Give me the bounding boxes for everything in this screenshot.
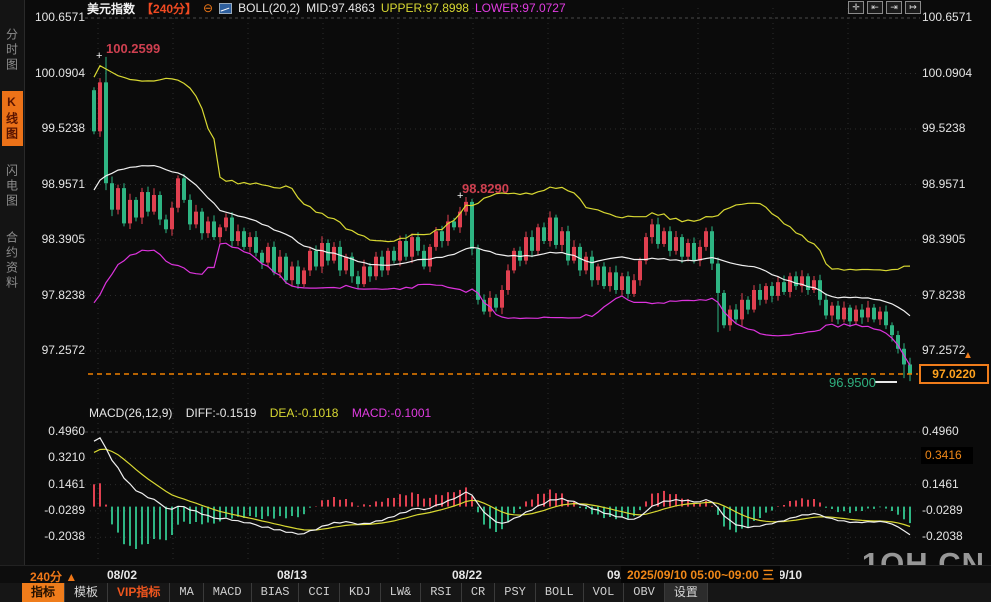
compress-right-icon[interactable]: ⇥: [886, 1, 902, 14]
boll-upper-value: UPPER:97.8998: [381, 1, 469, 15]
tab-VIP指标[interactable]: VIP指标: [108, 583, 170, 602]
macd-crosshair-readout: 0.3416: [921, 447, 973, 464]
tab-LW&[interactable]: LW&: [381, 583, 422, 602]
tab-指标[interactable]: 指标: [22, 583, 65, 602]
price-axis-label-right: 97.2572: [922, 343, 965, 357]
macd-histogram-layer: [94, 483, 910, 549]
tab-BIAS[interactable]: BIAS: [252, 583, 300, 602]
price-axis-label-left: 98.9571: [27, 177, 85, 191]
price-axis-label-right: 98.3905: [922, 232, 965, 246]
price-axis-label-left: 97.8238: [27, 288, 85, 302]
sidebar-item-合约资料[interactable]: 合约资料: [2, 227, 23, 295]
price-axis-label-left: 100.0904: [27, 66, 85, 80]
macd-axis-label-left: -0.2038: [27, 529, 85, 543]
price-axis-label-right: 98.9571: [922, 177, 965, 191]
low-marker-line: [875, 381, 897, 383]
boll-label: BOLL(20,2): [238, 1, 300, 15]
boll-lower-value: LOWER:97.0727: [475, 1, 566, 15]
shift-right-icon[interactable]: ↦: [905, 1, 921, 14]
indicator-topbar: 美元指数 【240分】 ⊖ BOLL(20,2) MID:97.4863 UPP…: [25, 0, 991, 16]
price-axis-label-left: 97.2572: [27, 343, 85, 357]
tab-CR[interactable]: CR: [462, 583, 495, 602]
tab-MA[interactable]: MA: [170, 583, 203, 602]
pan-icon[interactable]: ✛: [848, 1, 864, 14]
price-axis-label-left: 98.3905: [27, 232, 85, 246]
period-label: 【240分】: [141, 0, 197, 17]
candles-layer: [92, 57, 912, 381]
indicator-tabbar: 指标模板VIP指标MAMACDBIASCCIKDJLW&RSICRPSYBOLL…: [0, 583, 991, 602]
tab-OBV[interactable]: OBV: [624, 583, 665, 602]
high-cross-marker: +: [96, 50, 102, 62]
macd-axis-label-right: 0.4960: [922, 424, 959, 438]
macd-title: MACD(26,12,9): [89, 406, 172, 420]
macd-axis-label-left: 0.1461: [27, 477, 85, 491]
date-tick-08/02: 08/02: [107, 568, 137, 582]
bar-datetime-tooltip: 2025/09/10 05:00~09:00 三: [621, 566, 780, 584]
chart-type-sidebar: 分时图 K线图闪电图合约资料: [0, 0, 25, 565]
trading-app-window: 分时图 K线图闪电图合约资料 美元指数 【240分】 ⊖ BOLL(20,2) M…: [0, 0, 991, 602]
tab-PSY[interactable]: PSY: [495, 583, 536, 602]
macd-axis-label-left: 0.3210: [27, 450, 85, 464]
price-axis-label-right: 100.0904: [922, 66, 972, 80]
symbol-title: 美元指数: [87, 0, 135, 17]
price-axis-label-right: 99.5238: [922, 121, 965, 135]
high-price-annotation: 100.2599: [106, 41, 160, 56]
sidebar-item-分时图[interactable]: 分时图: [2, 24, 23, 77]
line-chart-icon[interactable]: [219, 3, 232, 14]
tab-VOL[interactable]: VOL: [584, 583, 625, 602]
tab-CCI[interactable]: CCI: [299, 583, 340, 602]
macd-axis-label-right: 0.1461: [922, 477, 959, 491]
macd-axis-label-left: 0.4960: [27, 424, 85, 438]
price-axis-label-left: 99.5238: [27, 121, 85, 135]
macd-dea-value: DEA:-0.1018: [270, 406, 339, 420]
last-price-tag: 97.0220: [919, 364, 989, 384]
tab-BOLL[interactable]: BOLL: [536, 583, 584, 602]
price-tag-arrow-icon: ▲: [963, 350, 973, 361]
tab-设置[interactable]: 设置: [665, 583, 708, 602]
mid-high-annotation: 98.8290: [462, 181, 509, 196]
boll-bands-layer: [94, 66, 910, 366]
macd-diff-value: DIFF:-0.1519: [186, 406, 257, 420]
tab-RSI[interactable]: RSI: [421, 583, 462, 602]
compress-left-icon[interactable]: ⇤: [867, 1, 883, 14]
price-axis-label-right: 97.8238: [922, 288, 965, 302]
sidebar-item-K线图[interactable]: K线图: [2, 91, 23, 146]
macd-axis-label-right: -0.2038: [922, 529, 963, 543]
macd-macd-value: MACD:-0.1001: [352, 406, 431, 420]
tab-KDJ[interactable]: KDJ: [340, 583, 381, 602]
time-axis-row: 240分 ▲ 08/0208/1308/2209/0209/10 2025/09…: [0, 565, 991, 583]
tab-MACD[interactable]: MACD: [204, 583, 252, 602]
date-tick-08/22: 08/22: [452, 568, 482, 582]
chart-tool-icons: ✛⇤⇥↦: [848, 1, 921, 14]
boll-mid-value: MID:97.4863: [306, 1, 375, 15]
macd-axis-label-right: -0.0289: [922, 503, 963, 517]
low-price-annotation: 96.9500: [829, 375, 876, 390]
circle-minus-icon[interactable]: ⊖: [203, 1, 213, 15]
sidebar-item-闪电图[interactable]: 闪电图: [2, 160, 23, 213]
chart-canvas[interactable]: [25, 0, 991, 565]
macd-axis-label-left: -0.0289: [27, 503, 85, 517]
tab-模板[interactable]: 模板: [65, 583, 108, 602]
macd-header: MACD(26,12,9) DIFF:-0.1519 DEA:-0.1018 M…: [89, 406, 441, 420]
date-tick-08/13: 08/13: [277, 568, 307, 582]
chart-main-area: 美元指数 【240分】 ⊖ BOLL(20,2) MID:97.4863 UPP…: [25, 0, 991, 565]
